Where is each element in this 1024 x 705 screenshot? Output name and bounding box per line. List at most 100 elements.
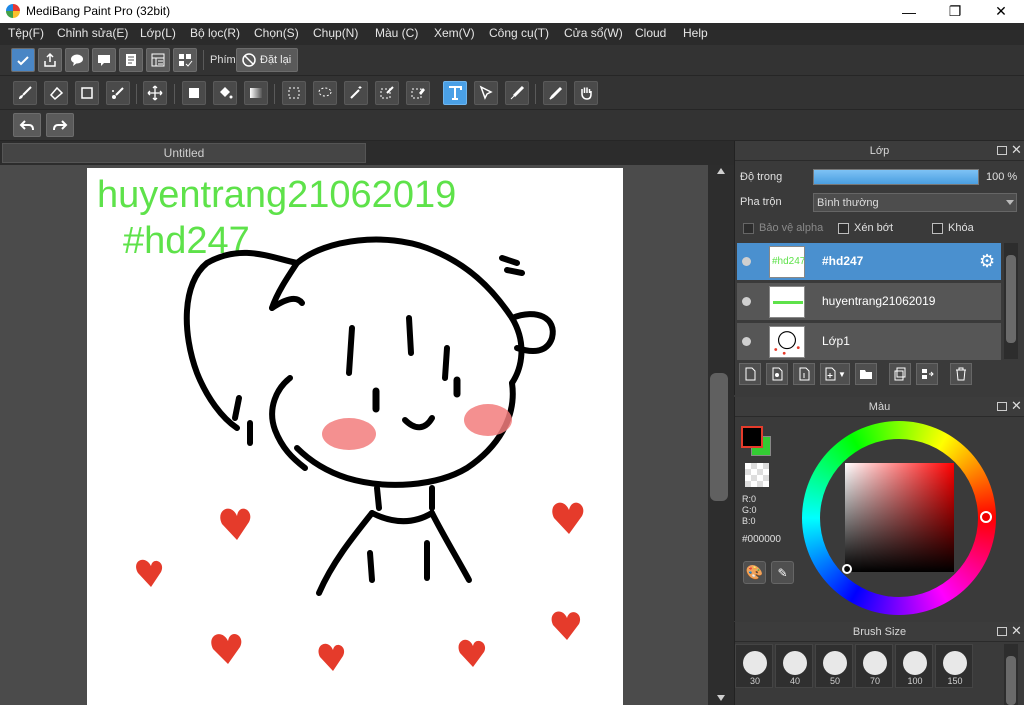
primary-color-swatch[interactable] [741,426,763,448]
share-icon[interactable] [38,48,62,72]
opacity-slider[interactable] [813,169,979,185]
brush-tool-icon[interactable] [13,81,37,105]
brush-size-option[interactable]: 40 [775,644,813,688]
brush-size-label: 100 [907,676,923,686]
comment-icon[interactable] [92,48,116,72]
eyedropper-icon[interactable] [543,81,567,105]
layer-row[interactable]: #hd247 #hd247 ⚙ [737,243,1001,281]
menu-tools[interactable]: Công cụ(T) [489,26,549,40]
add-layer-menu-icon[interactable]: ▼ [820,363,850,385]
operation-tool-icon[interactable] [474,81,498,105]
scroll-down-icon[interactable] [717,695,725,701]
magic-wand-icon[interactable] [344,81,368,105]
maximize-button[interactable]: ❐ [932,0,978,23]
undock-icon[interactable] [997,402,1007,411]
new-1bit-layer-icon[interactable] [793,363,815,385]
scroll-up-icon[interactable] [717,168,725,174]
brush-preview-dot [823,651,847,675]
hue-cursor[interactable] [980,511,992,523]
gear-icon[interactable]: ⚙ [979,252,995,270]
chevron-down-icon [1006,200,1014,205]
folder-icon[interactable] [855,363,877,385]
drawing-canvas[interactable]: huyentrang21062019 #hd247 [87,168,623,705]
brush-size-option[interactable]: 70 [855,644,893,688]
brush-size-option[interactable]: 150 [935,644,973,688]
blend-mode-select[interactable]: Bình thường [813,193,1017,212]
panel-close-icon[interactable]: ✕ [1011,623,1022,639]
new-layer-icon[interactable] [739,363,761,385]
merge-layer-icon[interactable] [916,363,938,385]
blend-label: Pha trộn [740,196,782,208]
brush-panel-title: Brush Size [852,626,907,638]
brush-size-option[interactable]: 30 [735,644,773,688]
transparent-color-swatch[interactable] [745,463,769,487]
lasso-tool-icon[interactable] [313,81,337,105]
close-button[interactable]: ✕ [978,0,1024,23]
menu-cloud[interactable]: Cloud [635,26,666,40]
app-logo-icon [6,4,20,18]
brush-size-option[interactable]: 50 [815,644,853,688]
menu-help[interactable]: Help [683,26,708,40]
scroll-thumb[interactable] [710,373,728,501]
undock-icon[interactable] [997,146,1007,155]
panel-close-icon[interactable]: ✕ [1011,142,1022,158]
layer-row[interactable]: Lớp1 [737,323,1001,361]
page-icon[interactable] [119,48,143,72]
palette-icon[interactable]: 🎨 [743,561,766,584]
visibility-icon[interactable] [742,297,751,306]
select-rect-icon[interactable] [282,81,306,105]
scroll-thumb[interactable] [1006,255,1016,343]
rect-tool-icon[interactable] [75,81,99,105]
bucket-tool-icon[interactable] [213,81,237,105]
new-halftone-layer-icon[interactable] [766,363,788,385]
menu-file[interactable]: Tệp(F) [8,26,44,40]
visibility-icon[interactable] [742,257,751,266]
scroll-thumb[interactable] [1006,656,1016,705]
settings-list-icon[interactable] [173,48,197,72]
menu-color[interactable]: Màu (C) [375,26,418,40]
reset-button[interactable]: Đặt lại [236,48,298,72]
select-eraser-icon[interactable] [406,81,430,105]
blur-tool-icon[interactable] [505,81,529,105]
eraser-tool-icon[interactable] [44,81,68,105]
menu-snap[interactable]: Chụp(N) [313,26,358,40]
fill-rect-icon[interactable] [182,81,206,105]
right-blush [464,404,512,436]
duplicate-layer-icon[interactable] [889,363,911,385]
lock-checkbox[interactable] [932,223,943,234]
trash-icon[interactable] [950,363,972,385]
layer-list-scrollbar[interactable] [1004,243,1018,359]
dot-brush-icon[interactable] [106,81,130,105]
panel-layout-icon[interactable] [146,48,170,72]
saturation-value-square[interactable] [845,463,954,572]
redo-icon[interactable] [46,113,74,137]
brush-size-option[interactable]: 100 [895,644,933,688]
document-tab[interactable]: Untitled [2,143,366,163]
palette-edit-icon[interactable]: ✎ [771,561,794,584]
cloud-save-icon[interactable] [11,48,35,72]
undo-icon[interactable] [13,113,41,137]
select-pen-icon[interactable] [375,81,399,105]
left-blush [322,418,376,450]
brush-list-scrollbar[interactable] [1004,644,1018,705]
hand-tool-icon[interactable] [574,81,598,105]
speech-bubble-icon[interactable] [65,48,89,72]
visibility-icon[interactable] [742,337,751,346]
canvas-vertical-scrollbar[interactable] [708,165,734,705]
protect-alpha-checkbox[interactable] [743,223,754,234]
move-tool-icon[interactable] [143,81,167,105]
layer-row[interactable]: huyentrang21062019 [737,283,1001,321]
menu-window[interactable]: Cửa sổ(W) [564,26,623,40]
gradient-tool-icon[interactable] [244,81,268,105]
menu-layer[interactable]: Lớp(L) [140,26,176,40]
undock-icon[interactable] [997,627,1007,636]
menu-select[interactable]: Chọn(S) [254,26,299,40]
panel-close-icon[interactable]: ✕ [1011,398,1022,414]
color-picker-cursor[interactable] [842,564,852,574]
menu-filter[interactable]: Bộ lọc(R) [190,26,240,40]
text-tool-icon[interactable] [443,81,467,105]
menu-edit[interactable]: Chỉnh sửa(E) [57,26,128,40]
minimize-button[interactable]: — [886,0,932,23]
menu-view[interactable]: Xem(V) [434,26,475,40]
clipping-checkbox[interactable] [838,223,849,234]
